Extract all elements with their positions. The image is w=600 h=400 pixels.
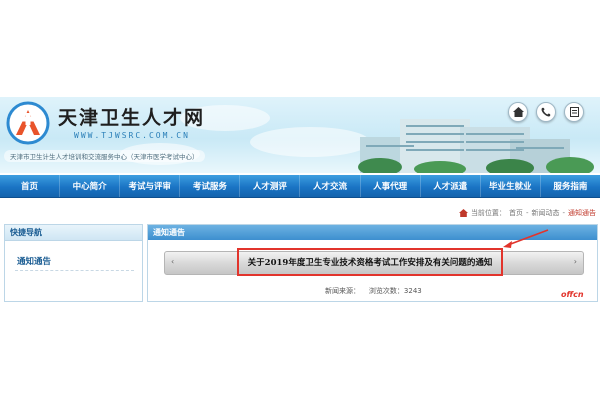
nav-item-talent-exchange[interactable]: 人才交流 [300,175,361,197]
nav-item-exams[interactable]: 考试与评审 [120,175,181,197]
watermark: offcn [561,290,584,299]
site-title: 天津卫生人才网 [58,107,206,129]
home-icon[interactable] [508,102,528,122]
site-slogan: 天津市卫生计生人才培训和交流服务中心（天津市医学考试中心） [4,150,205,162]
nav-item-service-guide[interactable]: 服务指南 [541,175,600,197]
document-icon[interactable] [564,102,584,122]
breadcrumb: 当前位置： 首页 - 新闻动态 - 通知通告 [458,208,596,218]
next-arrow-icon[interactable]: › [574,257,577,266]
logo-icon[interactable] [6,101,50,145]
nav-item-hr-agency[interactable]: 人事代理 [361,175,421,197]
article-title-highlight: 关于2019年度卫生专业技术资格考试工作安排及有关问题的通知 [237,248,503,276]
phone-icon[interactable] [536,102,556,122]
sidebar: 快捷导航 通知通告 [4,224,143,302]
article-meta: 新闻来源： 浏览次数：3243 [325,286,422,296]
main-nav: 首页 中心简介 考试与评审 考试服务 人才测评 人才交流 人事代理 人才派遣 毕… [0,175,600,198]
nav-item-exam-services[interactable]: 考试服务 [180,175,241,197]
prev-arrow-icon[interactable]: ‹ [171,257,174,266]
views-label: 浏览次数： [368,287,404,295]
nav-item-dispatch[interactable]: 人才派遣 [421,175,481,197]
nav-item-about[interactable]: 中心简介 [60,175,121,197]
quick-icons [508,102,584,122]
sidebar-heading: 快捷导航 [5,225,142,241]
breadcrumb-prefix: 当前位置： [470,209,506,217]
breadcrumb-home-icon [458,209,468,217]
breadcrumb-separator: - [525,209,529,217]
nav-item-graduates[interactable]: 毕业生就业 [481,175,541,197]
breadcrumb-section-link[interactable]: 新闻动态 [531,208,559,218]
breadcrumb-separator: - [562,209,565,217]
nav-item-home[interactable]: 首页 [0,175,61,197]
annotation-arrow-icon [503,229,549,248]
news-source-label: 新闻来源： [325,287,360,295]
sidebar-item-notices[interactable]: 通知通告 [17,255,142,267]
header-banner: 天津卫生人才网 WWW.TJWSRC.COM.CN 天津市卫生计生人才培训和交流… [0,97,600,173]
sidebar-divider [15,270,134,271]
site-url: WWW.TJWSRC.COM.CN [74,131,190,140]
views-count: 3243 [403,287,422,295]
article-title: 关于2019年度卫生专业技术资格考试工作安排及有关问题的通知 [247,258,493,268]
breadcrumb-current[interactable]: 通知通告 [568,208,596,218]
nav-item-assessment[interactable]: 人才测评 [240,175,301,197]
breadcrumb-home-link[interactable]: 首页 [509,208,523,218]
